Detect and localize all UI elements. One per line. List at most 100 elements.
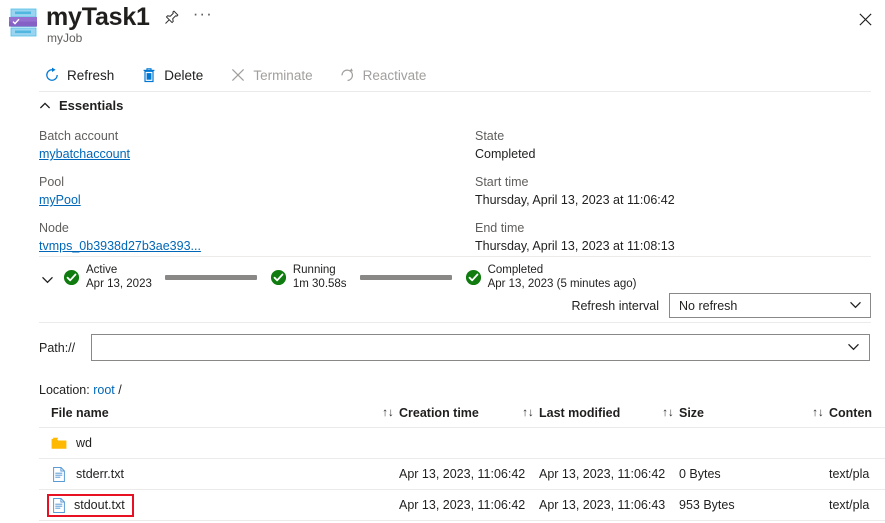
sort-arrows-icon[interactable]: ↑↓	[377, 407, 399, 419]
sort-arrows-icon[interactable]: ↑↓	[807, 407, 829, 419]
timeline-stage-running: Running 1m 30.58s	[270, 263, 347, 291]
refresh-interval-select[interactable]: No refresh	[669, 293, 871, 318]
timeline-connector	[164, 274, 257, 280]
timeline-connector	[359, 274, 452, 280]
refresh-interval-row: Refresh interval No refresh	[571, 293, 871, 318]
blade-subtitle: myJob	[47, 31, 83, 45]
batch-account-link[interactable]: mybatchaccount	[39, 147, 130, 161]
file-icon	[51, 497, 67, 514]
state-value: Completed	[475, 147, 536, 161]
check-circle-icon	[465, 269, 482, 286]
timeline-divider	[39, 322, 871, 323]
node-link[interactable]: tvmps_0b3938d27b3ae393...	[39, 239, 201, 253]
refresh-icon	[43, 67, 60, 84]
breadcrumb: Location: root /	[39, 383, 122, 397]
timeline-stage-completed: Completed Apr 13, 2023 (5 minutes ago)	[465, 263, 637, 291]
command-bar: Refresh Delete Terminate Reactivate	[39, 60, 448, 90]
x-icon	[229, 67, 246, 84]
batch-task-icon	[8, 8, 40, 38]
cell-last-modified: Apr 13, 2023, 11:06:43	[539, 498, 666, 512]
essentials-divider	[39, 256, 871, 257]
essentials-right-column: State Completed Start time Thursday, Apr…	[475, 128, 855, 266]
cell-creation-time: Apr 13, 2023, 11:06:42	[399, 498, 526, 512]
table-header-row: File name ↑↓ Creation time ↑↓ Last modif…	[39, 398, 885, 428]
stage-detail: Apr 13, 2023	[86, 278, 152, 290]
breadcrumb-root-link[interactable]: root	[93, 383, 115, 397]
task-timeline: Active Apr 13, 2023 Running 1m 30.58s Co…	[39, 263, 849, 297]
chevron-down-icon	[849, 298, 862, 314]
cell-size: 953 Bytes	[679, 498, 735, 512]
path-label: Path://	[39, 340, 76, 355]
field-label: Pool	[39, 175, 65, 189]
column-header-size[interactable]: Size	[679, 406, 807, 420]
pin-icon[interactable]	[164, 10, 179, 25]
page-title: myTask1	[46, 3, 150, 31]
refresh-interval-value: No refresh	[679, 298, 738, 313]
cell-creation-time: Apr 13, 2023, 11:06:42	[399, 467, 526, 481]
stage-name: Completed	[487, 264, 544, 276]
reactivate-button: Reactivate	[335, 63, 438, 88]
column-header-last-modified[interactable]: Last modified	[539, 406, 657, 420]
column-header-file-name[interactable]: File name	[39, 406, 377, 420]
essentials-left-column: Batch account mybatchaccount Pool myPool…	[39, 128, 459, 266]
folder-icon	[51, 435, 67, 452]
table-row[interactable]: wd	[39, 428, 885, 459]
file-table: File name ↑↓ Creation time ↑↓ Last modif…	[39, 398, 885, 521]
blade-header: myTask1 ··· myJob	[0, 0, 885, 52]
essentials-field-state: State Completed	[475, 128, 855, 163]
table-row[interactable]: stderr.txt Apr 13, 2023, 11:06:42 Apr 13…	[39, 459, 885, 490]
refresh-interval-label: Refresh interval	[571, 298, 659, 313]
terminate-button: Terminate	[225, 63, 323, 88]
start-time-value: Thursday, April 13, 2023 at 11:06:42	[475, 193, 675, 207]
breadcrumb-separator: /	[118, 383, 122, 397]
refresh-button-label: Refresh	[67, 67, 115, 83]
stdout-highlight-annotation[interactable]: stdout.txt	[47, 493, 134, 517]
table-row[interactable]: stdout.txt Apr 13, 2023, 11:06:42 Apr 13…	[39, 490, 885, 521]
reactivate-button-label: Reactivate	[362, 67, 427, 83]
file-icon	[51, 466, 67, 483]
sort-arrows-icon[interactable]: ↑↓	[657, 407, 679, 419]
timeline-stage-active: Active Apr 13, 2023	[63, 263, 152, 291]
file-name: wd	[76, 436, 92, 450]
cell-last-modified: Apr 13, 2023, 11:06:42	[539, 467, 666, 481]
chevron-down-icon	[847, 340, 860, 356]
ellipsis-icon[interactable]: ···	[193, 5, 213, 26]
chevron-up-icon	[39, 100, 51, 112]
cell-size: 0 Bytes	[679, 467, 721, 481]
cell-content-type: text/pla	[829, 467, 870, 481]
path-row: Path://	[39, 334, 870, 361]
delete-button-label: Delete	[164, 67, 204, 83]
column-header-creation-time[interactable]: Creation time	[399, 406, 517, 420]
end-time-value: Thursday, April 13, 2023 at 11:08:13	[475, 239, 675, 253]
field-label: Node	[39, 221, 69, 235]
essentials-label: Essentials	[59, 98, 124, 113]
field-label: Start time	[475, 175, 529, 189]
title-block: myTask1 ··· myJob	[46, 2, 213, 45]
essentials-field-node: Node tvmps_0b3938d27b3ae393...	[39, 220, 459, 255]
refresh-button[interactable]: Refresh	[39, 63, 125, 88]
close-icon[interactable]	[852, 6, 878, 32]
essentials-field-end-time: End time Thursday, April 13, 2023 at 11:…	[475, 220, 855, 255]
field-label: Batch account	[39, 129, 119, 143]
essentials-field-start-time: Start time Thursday, April 13, 2023 at 1…	[475, 174, 855, 209]
check-circle-icon	[63, 269, 80, 286]
delete-button[interactable]: Delete	[136, 63, 214, 88]
essentials-field-batch-account: Batch account mybatchaccount	[39, 128, 459, 163]
timeline-stages: Active Apr 13, 2023 Running 1m 30.58s Co…	[63, 263, 637, 291]
pool-link[interactable]: myPool	[39, 193, 81, 207]
path-input[interactable]	[91, 334, 870, 361]
commandbar-divider	[39, 91, 871, 92]
essentials-field-pool: Pool myPool	[39, 174, 459, 209]
field-label: End time	[475, 221, 525, 235]
essentials-toggle[interactable]: Essentials	[39, 98, 123, 113]
column-header-content-type[interactable]: Conten	[829, 406, 872, 420]
terminate-button-label: Terminate	[253, 67, 313, 83]
sort-arrows-icon[interactable]: ↑↓	[517, 407, 539, 419]
cell-content-type: text/pla	[829, 498, 870, 512]
chevron-down-icon[interactable]	[41, 273, 54, 286]
file-name: stderr.txt	[76, 467, 124, 481]
stage-name: Active	[86, 264, 118, 276]
stage-name: Running	[292, 264, 336, 276]
check-circle-icon	[270, 269, 287, 286]
location-label: Location:	[39, 383, 90, 397]
